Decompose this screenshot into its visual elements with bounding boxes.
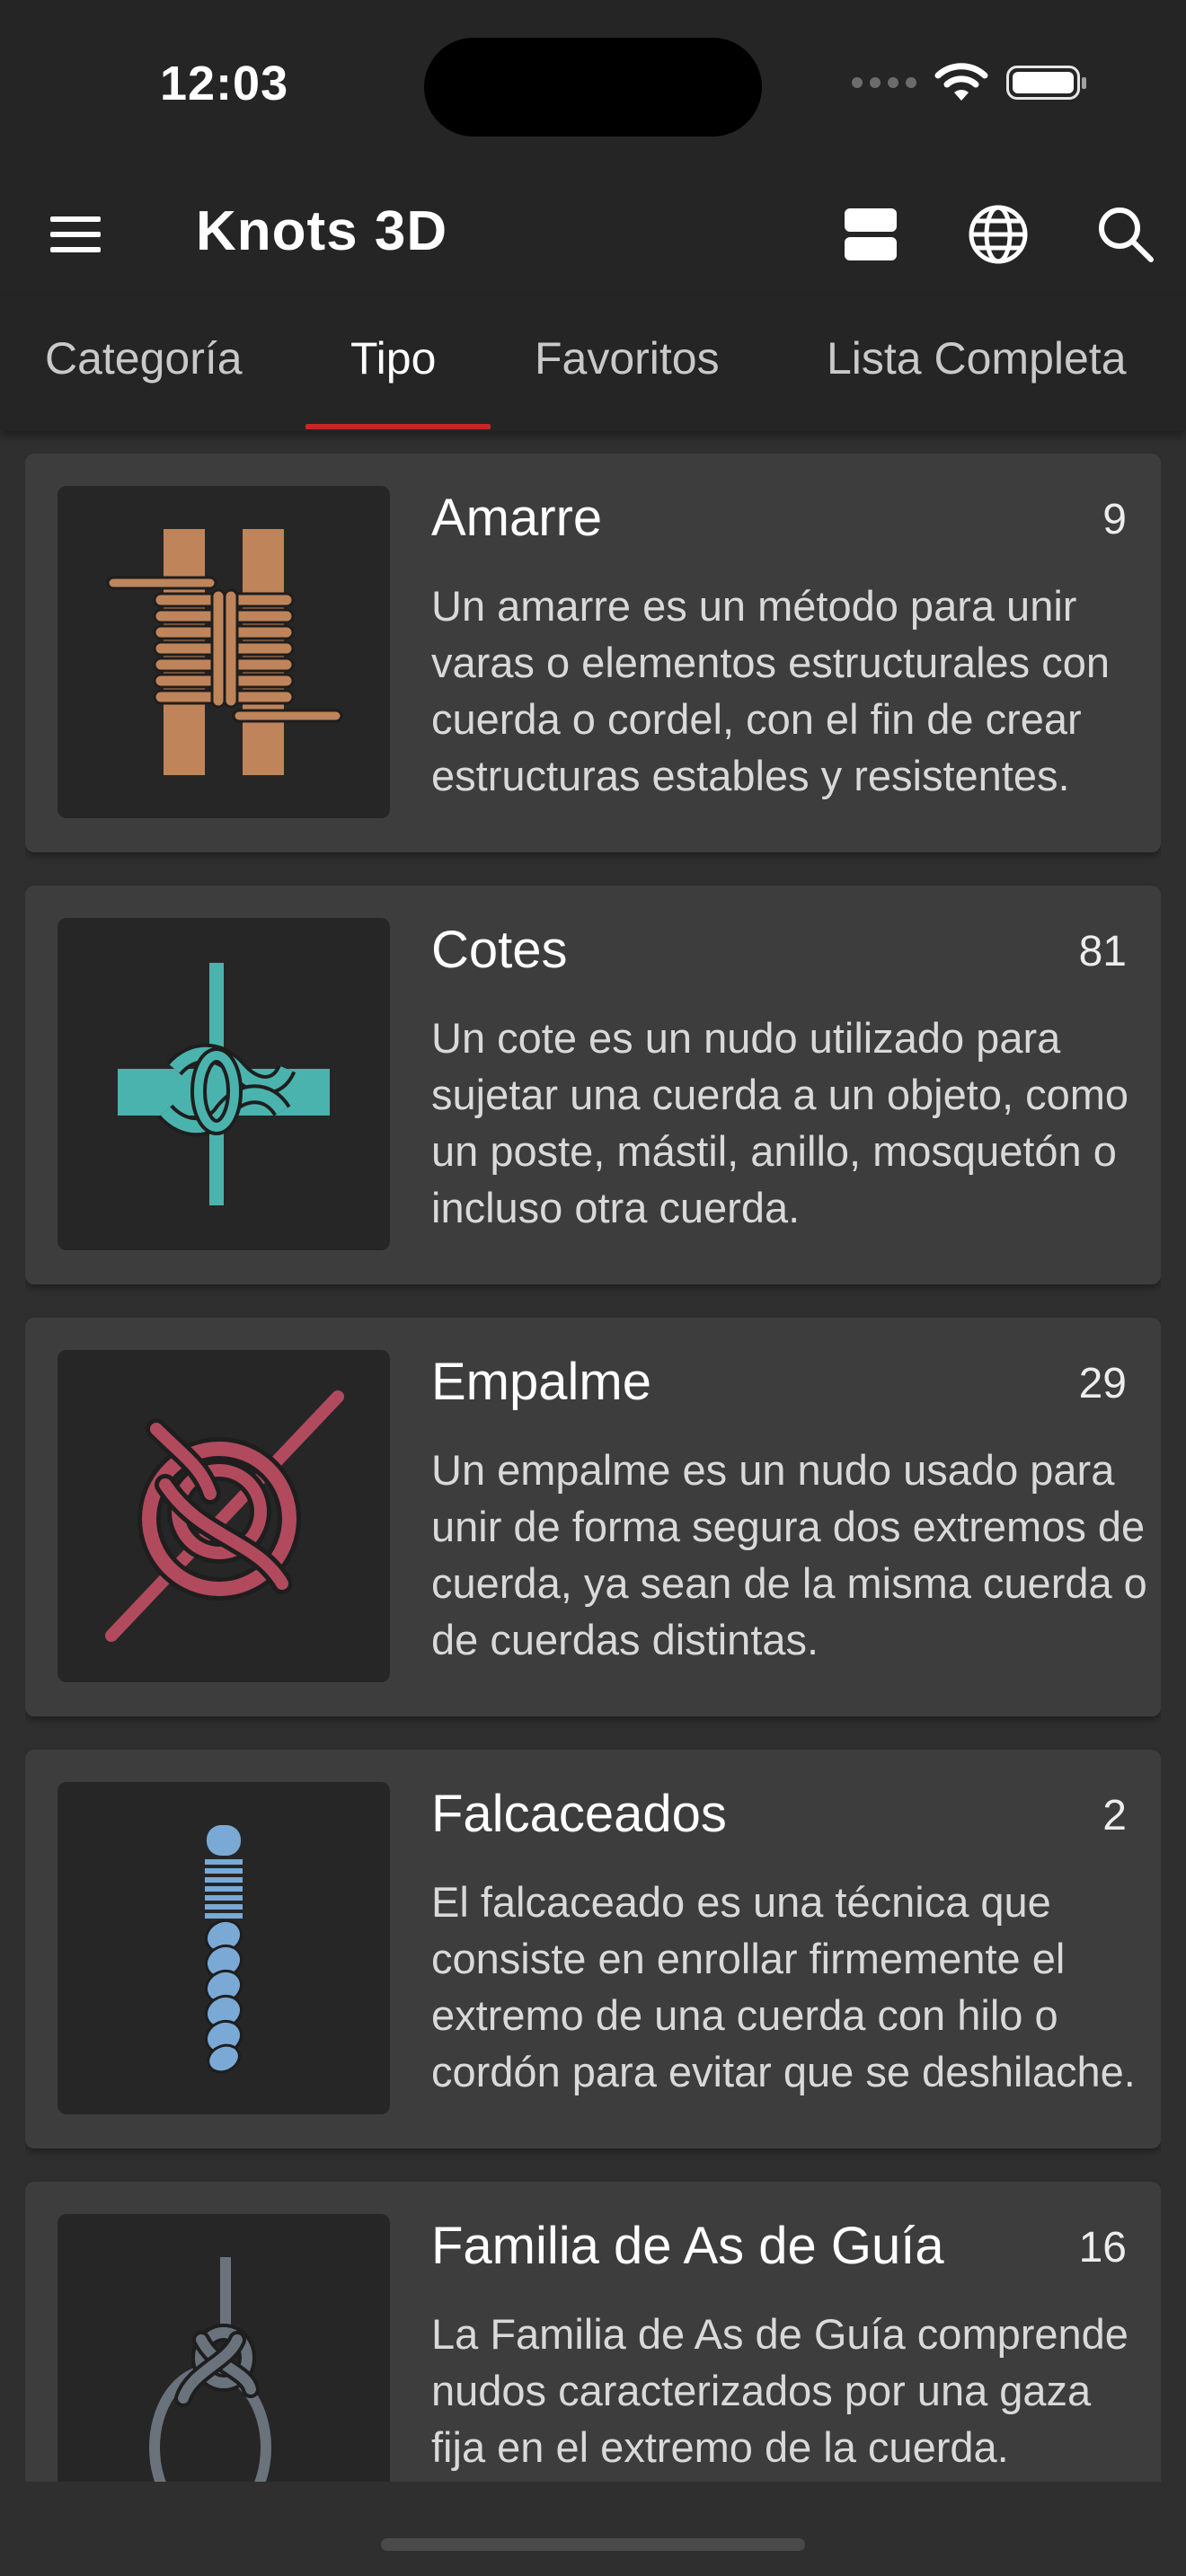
status-icons	[852, 63, 1086, 102]
tab-bar: Categoría Tipo Favoritos Lista Completa	[0, 296, 1186, 431]
app-title: Knots 3D	[196, 200, 448, 262]
type-description: La Familia de As de Guía comprende nudos…	[431, 2310, 1128, 2471]
bottom-safe-area	[0, 2482, 1186, 2576]
view-toggle-icon[interactable]	[834, 198, 907, 271]
type-count: 29	[1078, 1360, 1127, 1407]
bowline-icon	[149, 2257, 271, 2482]
type-description: El falcaceado es una técnica que consist…	[431, 1878, 1136, 2095]
type-count: 9	[1102, 496, 1127, 543]
tab-categoria[interactable]: Categoría	[45, 332, 243, 384]
menu-icon[interactable]	[47, 210, 104, 260]
type-count: 81	[1078, 928, 1127, 975]
type-description: Un empalme es un nudo usado para unir de…	[431, 1446, 1147, 1663]
home-indicator[interactable]	[381, 2538, 805, 2551]
globe-icon[interactable]	[961, 198, 1035, 271]
lashing-icon	[106, 529, 343, 775]
type-title: Amarre	[431, 489, 603, 547]
type-list[interactable]: Amarre 9 Un amarre es un método para uni…	[25, 454, 1161, 2482]
bend-icon	[105, 1390, 344, 1642]
type-card-cotes[interactable]: Cotes 81 Un cote es un nudo utilizado pa…	[25, 886, 1161, 1284]
type-thumbnail	[58, 1782, 390, 2114]
wifi-icon	[934, 63, 988, 101]
type-card-empalme[interactable]: Empalme 29 Un empalme es un nudo usado p…	[25, 1318, 1161, 1716]
type-title: Empalme	[431, 1353, 651, 1411]
active-tab-indicator	[305, 424, 491, 429]
type-card-amarre[interactable]: Amarre 9 Un amarre es un método para uni…	[25, 454, 1161, 852]
type-count: 16	[1078, 2224, 1127, 2272]
hitch-icon	[118, 963, 330, 1205]
search-icon[interactable]	[1089, 198, 1163, 271]
type-thumbnail	[58, 2214, 390, 2482]
type-title: Cotes	[431, 921, 568, 979]
cellular-signal-icon	[852, 77, 916, 88]
dynamic-island	[424, 38, 762, 137]
battery-icon	[1006, 66, 1086, 100]
tab-tipo[interactable]: Tipo	[350, 332, 436, 384]
type-thumbnail	[58, 1350, 390, 1682]
tab-lista-completa[interactable]: Lista Completa	[827, 332, 1127, 384]
type-card-falcaceados[interactable]: Falcaceados 2 El falcaceado es una técni…	[25, 1750, 1161, 2148]
type-card-familia-as-de-guia[interactable]: Familia de As de Guía 16 La Familia de A…	[25, 2182, 1161, 2482]
type-thumbnail	[58, 918, 390, 1250]
whipping-icon	[205, 1825, 243, 2074]
status-bar: 12:03	[0, 0, 1186, 171]
type-title: Familia de As de Guía	[431, 2217, 944, 2275]
status-time: 12:03	[160, 57, 289, 110]
type-title: Falcaceados	[431, 1785, 727, 1843]
app-bar: Knots 3D	[0, 171, 1186, 296]
type-description: Un cote es un nudo utilizado para sujeta…	[431, 1014, 1129, 1231]
tab-favoritos[interactable]: Favoritos	[535, 332, 720, 384]
type-count: 2	[1102, 1792, 1127, 1839]
type-thumbnail	[58, 486, 390, 818]
app-actions	[834, 198, 1163, 271]
type-description: Un amarre es un método para unir varas o…	[431, 582, 1110, 799]
